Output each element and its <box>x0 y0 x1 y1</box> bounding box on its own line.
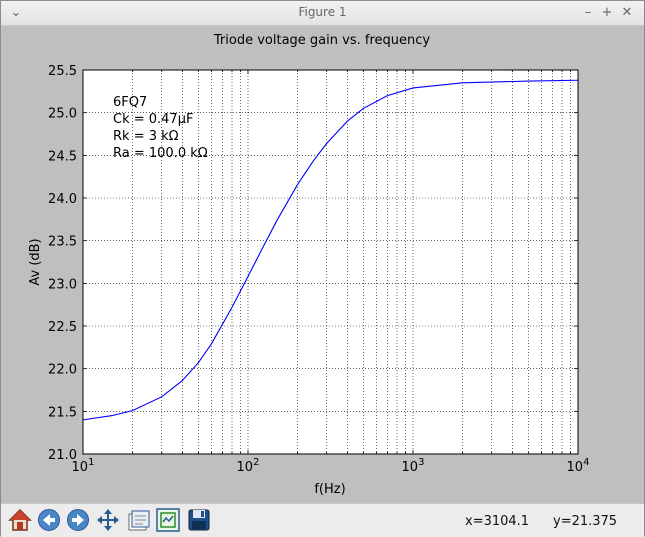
plot-canvas[interactable]: Triode voltage gain vs. frequency 21.0 21… <box>1 26 644 503</box>
annotation-tube: 6FQ7 <box>113 95 147 110</box>
axes-background <box>83 70 578 454</box>
chart-title: Triode voltage gain vs. frequency <box>213 33 430 48</box>
x-tick-label: 103 <box>402 457 425 475</box>
minimize-button[interactable]: – <box>579 4 597 22</box>
back-icon <box>38 509 60 531</box>
title-bar[interactable]: ⌄ Figure 1 – + ✕ <box>1 1 644 26</box>
annotation-ra: Ra = 100.0 kΩ <box>113 146 208 161</box>
close-button[interactable]: ✕ <box>618 4 636 22</box>
x-tick-label: 104 <box>567 457 590 475</box>
y-tick-label: 22.0 <box>48 363 77 378</box>
home-button[interactable] <box>8 508 32 532</box>
window-title: Figure 1 <box>298 5 347 19</box>
configure-subplots-icon <box>128 510 150 531</box>
pan-icon <box>97 509 119 531</box>
y-tick-label: 24.5 <box>48 149 77 164</box>
y-tick-label: 21.5 <box>48 405 77 420</box>
save-button[interactable] <box>187 508 211 532</box>
y-tick-label: 24.0 <box>48 192 77 207</box>
back-button[interactable] <box>37 508 61 532</box>
chart-svg[interactable]: Triode voltage gain vs. frequency 21.021… <box>1 26 644 503</box>
maximize-button[interactable]: + <box>598 4 616 22</box>
x-tick-label: 101 <box>72 457 95 475</box>
forward-button[interactable] <box>66 508 90 532</box>
zoom-icon <box>156 508 180 532</box>
figure-window: ⌄ Figure 1 – + ✕ Triode voltage gain vs.… <box>0 0 645 537</box>
annotation-ck: Ck = 0.47μF <box>113 112 193 127</box>
save-icon <box>188 509 210 531</box>
forward-icon <box>67 509 89 531</box>
x-tick-label: 102 <box>237 457 260 475</box>
x-axis-label: f(Hz) <box>314 482 345 497</box>
y-tick-label: 25.0 <box>48 107 77 122</box>
configure-subplots-button[interactable] <box>126 508 150 532</box>
y-coordinate-readout: y=21.375 <box>553 514 618 529</box>
y-tick-label: 23.5 <box>48 235 77 250</box>
y-tick-label: 25.5 <box>48 64 77 79</box>
home-icon <box>8 508 32 531</box>
y-tick-label: 22.5 <box>48 320 77 335</box>
y-axis-label: Av (dB) <box>28 238 43 285</box>
y-tick-label: 23.0 <box>48 277 77 292</box>
pan-button[interactable] <box>96 508 120 532</box>
navigation-toolbar: x=3104.1 y=21.375 <box>1 503 644 537</box>
annotation-rk: Rk = 3 kΩ <box>113 129 179 144</box>
zoom-button[interactable] <box>156 508 180 532</box>
x-coordinate-readout: x=3104.1 <box>465 514 530 529</box>
